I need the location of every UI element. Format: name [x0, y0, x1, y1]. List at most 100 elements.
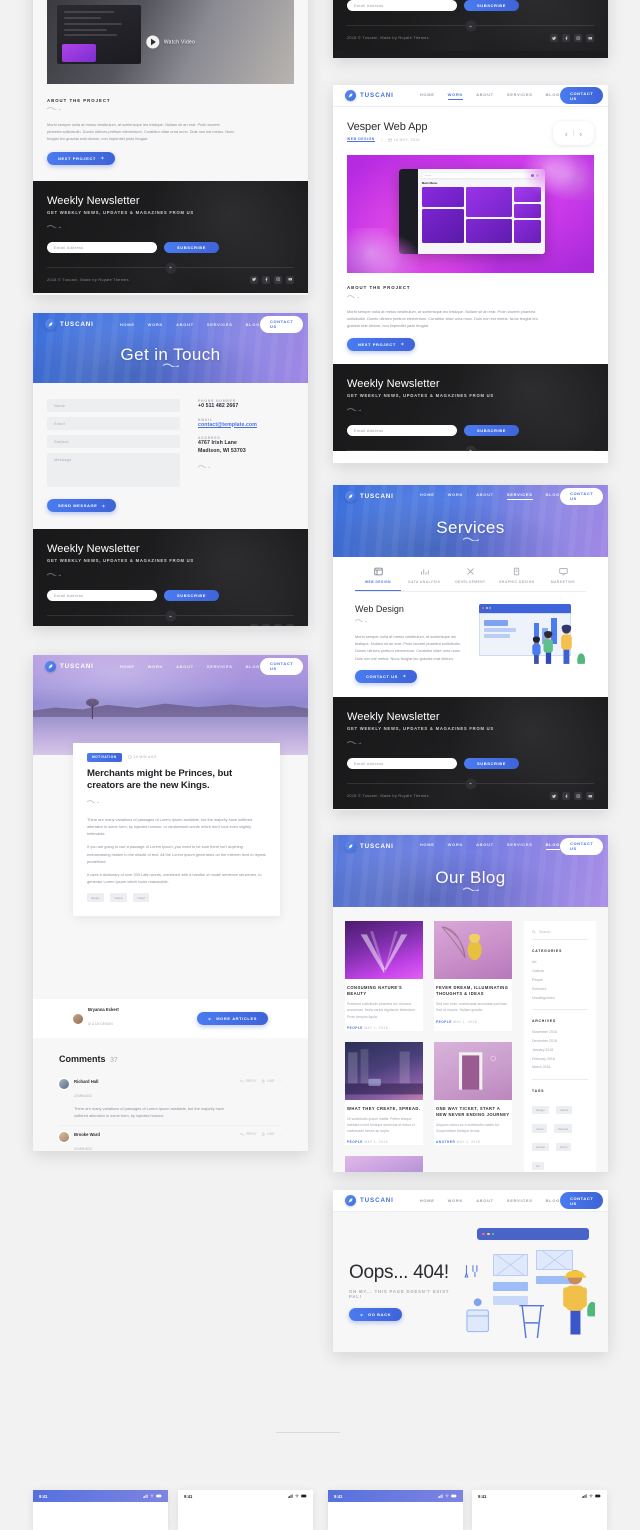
- nav-item-work[interactable]: WORK: [448, 842, 463, 850]
- tag-chip[interactable]: people: [532, 1143, 549, 1151]
- email-value[interactable]: contact@template.com: [198, 422, 257, 430]
- tag-chip[interactable]: art: [532, 1162, 544, 1170]
- nav-item-blog[interactable]: BLOG: [546, 92, 560, 100]
- facebook-icon[interactable]: [262, 624, 270, 626]
- back-to-top-button[interactable]: [465, 445, 476, 451]
- nav-item-home[interactable]: HOME: [420, 92, 435, 100]
- youtube-icon[interactable]: [586, 34, 594, 42]
- nav-item-blog[interactable]: BLOG: [246, 664, 260, 669]
- newsletter-email-input[interactable]: Email Address: [347, 758, 457, 769]
- send-message-button[interactable]: SEND MESSAGE: [47, 499, 116, 512]
- tab-graphic-design[interactable]: GRAPHIC DESIGN: [494, 567, 540, 591]
- archive-item[interactable]: December 2018: [532, 1037, 588, 1046]
- nav-item-home[interactable]: HOME: [420, 842, 435, 850]
- post-category[interactable]: PEOPLE: [347, 1140, 363, 1144]
- nav-item-blog[interactable]: BLOG: [546, 1198, 560, 1203]
- nav-item-work[interactable]: WORK: [448, 1198, 463, 1203]
- nav-item-home[interactable]: HOME: [120, 322, 135, 327]
- nav-item-services[interactable]: SERVICES: [507, 492, 533, 500]
- category-item[interactable]: Outlook: [532, 967, 588, 976]
- email-field[interactable]: Email: [47, 417, 180, 430]
- tag-chip[interactable]: travel: [532, 1124, 547, 1132]
- nav-item-about[interactable]: ABOUT: [176, 322, 194, 327]
- tab-development[interactable]: DEVELOPMENT: [448, 567, 494, 591]
- next-project-button[interactable]: [574, 124, 587, 142]
- category-item[interactable]: People: [532, 976, 588, 985]
- nav-item-about[interactable]: ABOUT: [176, 664, 194, 669]
- brand-logo[interactable]: TUSCANI: [345, 90, 394, 101]
- like-button[interactable]: LIKE: [261, 1079, 274, 1083]
- tag-chip[interactable]: photo: [556, 1143, 572, 1151]
- nav-item-home[interactable]: HOME: [420, 1198, 435, 1203]
- tag-chip[interactable]: travel: [133, 893, 148, 901]
- nav-item-home[interactable]: HOME: [420, 492, 435, 500]
- article-tag[interactable]: MOTIVATION: [87, 753, 122, 762]
- tab-web-design[interactable]: WEB DESIGN: [355, 567, 401, 591]
- blog-post-card[interactable]: [345, 1156, 423, 1172]
- watch-video-button[interactable]: Watch Video: [146, 36, 195, 49]
- nav-contact-button[interactable]: CONTACT US: [260, 316, 303, 333]
- blog-post-card[interactable]: CONSUMING NATURE'S BEAUTY Praesent solli…: [345, 921, 423, 1031]
- sidebar-search[interactable]: Search...: [532, 930, 588, 940]
- blog-post-card[interactable]: FEVER DREAM, ILLUMINATING THOUGHTS & IDE…: [434, 921, 512, 1031]
- archive-item[interactable]: January 2018: [532, 1045, 588, 1054]
- nav-item-work[interactable]: WORK: [148, 322, 163, 327]
- next-project-button[interactable]: NEXT PROJECT: [47, 152, 115, 165]
- service-contact-button[interactable]: CONTACT US: [355, 670, 417, 683]
- blog-post-card[interactable]: WHAT THEY CREATE, SPREAD. Ut sollicitudi…: [345, 1042, 423, 1146]
- nav-item-work[interactable]: WORK: [448, 492, 463, 500]
- instagram-icon[interactable]: [274, 276, 282, 284]
- newsletter-subscribe-button[interactable]: SUBSCRIBE: [464, 425, 519, 436]
- facebook-icon[interactable]: [262, 276, 270, 284]
- prev-project-button[interactable]: [560, 124, 573, 142]
- brand-logo[interactable]: TUSCANI: [345, 491, 394, 502]
- brand-logo[interactable]: TUSCANI: [45, 319, 94, 330]
- nav-item-blog[interactable]: BLOG: [546, 492, 560, 500]
- instagram-icon[interactable]: [274, 624, 282, 626]
- nav-item-about[interactable]: ABOUT: [476, 92, 494, 100]
- reply-button[interactable]: REPLY: [240, 1079, 256, 1083]
- tag-chip[interactable]: design: [87, 893, 104, 901]
- go-back-button[interactable]: GO BACK: [349, 1308, 402, 1321]
- nav-contact-button[interactable]: CONTACT US: [260, 658, 303, 675]
- archive-item[interactable]: March 2018: [532, 1063, 588, 1072]
- newsletter-subscribe-button[interactable]: SUBSCRIBE: [164, 242, 219, 253]
- brand-logo[interactable]: TUSCANI: [345, 841, 394, 852]
- newsletter-subscribe-button[interactable]: SUBSCRIBE: [464, 0, 519, 11]
- tab-marketing[interactable]: MARKETING: [540, 567, 586, 591]
- nav-item-home[interactable]: HOME: [120, 664, 135, 669]
- newsletter-subscribe-button[interactable]: SUBSCRIBE: [164, 590, 219, 601]
- message-field[interactable]: Message: [47, 453, 180, 487]
- tag-chip[interactable]: lifestyle: [554, 1124, 572, 1132]
- nav-item-about[interactable]: ABOUT: [476, 842, 494, 850]
- tab-data-analysis[interactable]: DATA ANALYSIS: [401, 567, 447, 591]
- nav-item-services[interactable]: SERVICES: [507, 1198, 533, 1203]
- name-field[interactable]: Name: [47, 399, 180, 412]
- more-options-icon[interactable]: ...: [279, 1079, 282, 1083]
- nav-item-services[interactable]: SERVICES: [207, 664, 233, 669]
- nav-contact-button[interactable]: CONTACT US: [560, 1192, 603, 1209]
- nav-contact-button[interactable]: CONTACT US: [560, 87, 603, 104]
- facebook-icon[interactable]: [562, 34, 570, 42]
- newsletter-email-input[interactable]: Email Address: [347, 425, 457, 436]
- tag-chip[interactable]: design: [532, 1106, 549, 1114]
- nav-item-services[interactable]: SERVICES: [507, 842, 533, 850]
- youtube-icon[interactable]: [286, 624, 294, 626]
- newsletter-email-input[interactable]: Email Address: [47, 242, 157, 253]
- archive-item[interactable]: November 2018: [532, 1028, 588, 1037]
- category-item[interactable]: Sciences: [532, 984, 588, 993]
- nav-item-blog[interactable]: BLOG: [546, 842, 560, 850]
- category-item[interactable]: Art: [532, 958, 588, 967]
- reply-button[interactable]: REPLY: [240, 1132, 256, 1136]
- post-category[interactable]: PEOPLE: [347, 1026, 363, 1030]
- archive-item[interactable]: February 2018: [532, 1054, 588, 1063]
- next-project-button[interactable]: NEXT PROJECT: [347, 338, 415, 351]
- nav-item-about[interactable]: ABOUT: [476, 1198, 494, 1203]
- brand-logo[interactable]: TUSCANI: [345, 1195, 394, 1206]
- brand-logo[interactable]: TUSCANI: [45, 661, 94, 672]
- instagram-icon[interactable]: [574, 34, 582, 42]
- work-category[interactable]: WEB DESIGN: [347, 137, 375, 142]
- like-button[interactable]: LIKE: [261, 1132, 274, 1136]
- nav-contact-button[interactable]: CONTACT US: [560, 838, 603, 855]
- tag-chip[interactable]: nature: [110, 893, 127, 901]
